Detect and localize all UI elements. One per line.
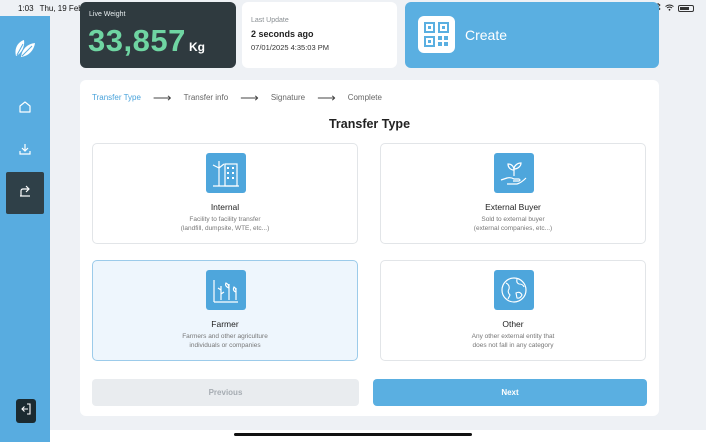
crops-icon	[206, 270, 246, 310]
logout-button[interactable]	[16, 399, 36, 423]
sidebar-item-home[interactable]	[6, 88, 44, 130]
next-button[interactable]: Next	[373, 379, 647, 406]
transfer-panel: Transfer Type ⟶ Transfer info ⟶ Signatur…	[80, 80, 659, 416]
sidebar-item-download[interactable]	[6, 130, 44, 172]
option-external-buyer[interactable]: External Buyer Sold to external buyer (e…	[380, 143, 646, 244]
home-icon	[18, 100, 32, 119]
step-signature: Signature	[270, 93, 306, 102]
option-title: External Buyer	[485, 202, 541, 212]
step-transfer-type: Transfer Type	[92, 93, 141, 102]
option-desc-line: (external companies, etc...)	[473, 224, 553, 232]
option-desc-line: Sold to external buyer	[481, 216, 545, 223]
download-icon	[18, 142, 32, 161]
last-update-value: 2 seconds ago	[251, 29, 314, 39]
option-description: Sold to external buyer (external compani…	[381, 216, 645, 233]
status-time: 1:03	[18, 4, 34, 13]
arrow-right-icon: ⟶	[240, 89, 259, 105]
logout-icon	[20, 402, 32, 421]
option-title: Internal	[210, 202, 240, 212]
live-weight-card: Live Weight 33,857 Kg	[80, 2, 236, 68]
previous-button[interactable]: Previous	[92, 379, 359, 406]
live-weight-unit: Kg	[189, 40, 205, 54]
arrow-right-icon: ⟶	[152, 89, 172, 105]
create-button[interactable]: Create	[405, 2, 659, 68]
option-farmer[interactable]: Farmer Farmers and other agriculture ind…	[92, 260, 358, 361]
option-desc-line: (landfill, dumpsite, WTE, etc...)	[180, 224, 270, 232]
last-update-timestamp: 07/01/2025 4:35:03 PM	[251, 43, 329, 52]
leaf-logo-icon	[12, 34, 38, 60]
hand-plant-icon	[494, 153, 534, 193]
option-desc-line: individuals or companies	[189, 341, 261, 349]
option-desc-line: does not fall in any category	[472, 341, 554, 349]
option-desc-line: Any other external entity that	[471, 333, 555, 340]
option-desc-line: Farmers and other agriculture	[182, 333, 268, 340]
option-desc-line: Facility to facility transfer	[189, 216, 261, 223]
wifi-icon	[665, 4, 674, 13]
stepper: Transfer Type ⟶ Transfer info ⟶ Signatur…	[92, 89, 382, 105]
option-title: Farmer	[211, 319, 239, 329]
building-icon	[206, 153, 246, 193]
page-title: Transfer Type	[328, 117, 411, 131]
option-description: Facility to facility transfer (landfill,…	[93, 216, 357, 233]
arrow-right-icon: ⟶	[317, 89, 336, 105]
share-icon	[18, 184, 32, 203]
battery-icon	[678, 4, 694, 12]
sidebar	[0, 16, 50, 442]
option-other[interactable]: Other Any other external entity that doe…	[380, 260, 646, 361]
last-update-card: Last Update 2 seconds ago 07/01/2025 4:3…	[242, 2, 397, 68]
option-internal[interactable]: Internal Facility to facility transfer (…	[92, 143, 358, 244]
globe-icon	[494, 270, 534, 310]
step-transfer-info: Transfer info	[183, 93, 229, 102]
home-indicator[interactable]	[234, 433, 472, 436]
bottom-strip	[50, 430, 706, 442]
sidebar-item-transfer[interactable]	[6, 172, 44, 214]
option-description: Any other external entity that does not …	[381, 333, 645, 350]
live-weight-value: 33,857	[88, 23, 186, 58]
option-description: Farmers and other agriculture individual…	[93, 333, 357, 350]
live-weight-label: Live Weight	[89, 11, 126, 18]
step-complete: Complete	[347, 93, 382, 102]
qr-code-icon	[418, 16, 455, 53]
last-update-label: Last Update	[251, 17, 289, 24]
create-label: Create	[465, 27, 508, 43]
status-date: Thu, 19 Feb	[39, 4, 83, 13]
option-title: Other	[502, 319, 524, 329]
